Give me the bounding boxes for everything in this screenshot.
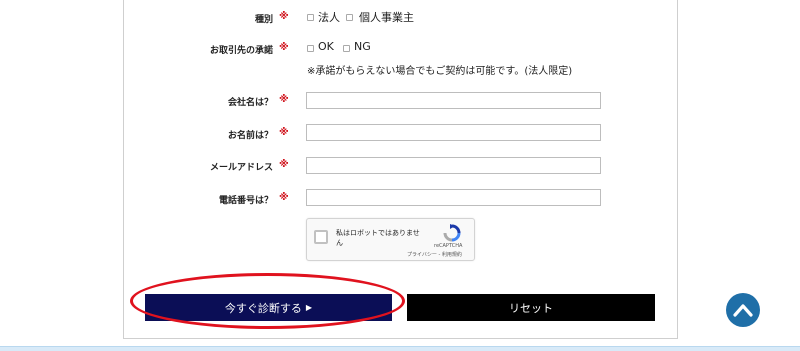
type-option-sole-proprietor-checkbox[interactable] — [346, 14, 353, 21]
recaptcha-label: 私はロボットではありません — [336, 229, 420, 247]
diagnose-now-button[interactable]: 今すぐ診断する ▶ — [145, 294, 392, 321]
email-label: メールアドレス — [209, 163, 273, 173]
required-mark: ※ — [279, 127, 289, 138]
play-arrow-icon: ▶ — [305, 303, 313, 312]
footer-band — [0, 346, 800, 351]
consent-option-ng-checkbox[interactable] — [343, 45, 350, 52]
type-label: 種別 — [254, 15, 273, 25]
recaptcha-widget: 私はロボットではありません reCAPTCHA プライバシー - 利用規約 — [306, 218, 475, 261]
company-input[interactable] — [306, 92, 601, 109]
required-mark: ※ — [279, 42, 289, 53]
recaptcha-checkbox[interactable] — [314, 230, 328, 244]
type-option-corporate-label[interactable]: 法人 — [318, 9, 340, 25]
company-label: 会社名は？ — [227, 98, 273, 108]
consent-option-ok-checkbox[interactable] — [307, 45, 314, 52]
required-mark: ※ — [279, 159, 289, 170]
consent-option-ok-label[interactable]: OK — [318, 40, 334, 53]
name-label: お名前は？ — [227, 131, 273, 141]
type-option-corporate-checkbox[interactable] — [307, 14, 314, 21]
required-mark: ※ — [279, 192, 289, 203]
consent-note: ※承諾がもらえない場合でもご契約は可能です。(法人限定) — [307, 66, 573, 77]
phone-label: 電話番号は？ — [218, 196, 273, 206]
recaptcha-brand: reCAPTCHA — [434, 243, 463, 249]
email-input[interactable] — [306, 157, 601, 174]
diagnose-now-label: 今すぐ診断する — [224, 301, 302, 315]
recaptcha-links[interactable]: プライバシー - 利用規約 — [407, 251, 462, 258]
scroll-to-top-button[interactable] — [726, 293, 760, 327]
reset-button[interactable]: リセット — [407, 294, 655, 321]
reset-label: リセット — [509, 301, 553, 315]
type-option-sole-proprietor-label[interactable]: 個人事業主 — [359, 9, 414, 25]
phone-input[interactable] — [306, 189, 601, 206]
recaptcha-icon — [442, 223, 462, 243]
required-mark: ※ — [279, 11, 289, 22]
chevron-up-icon — [733, 304, 753, 317]
consent-option-ng-label[interactable]: NG — [354, 40, 371, 53]
required-mark: ※ — [279, 94, 289, 105]
name-input[interactable] — [306, 124, 601, 141]
consent-label: お取引先の承諾 — [209, 46, 273, 56]
